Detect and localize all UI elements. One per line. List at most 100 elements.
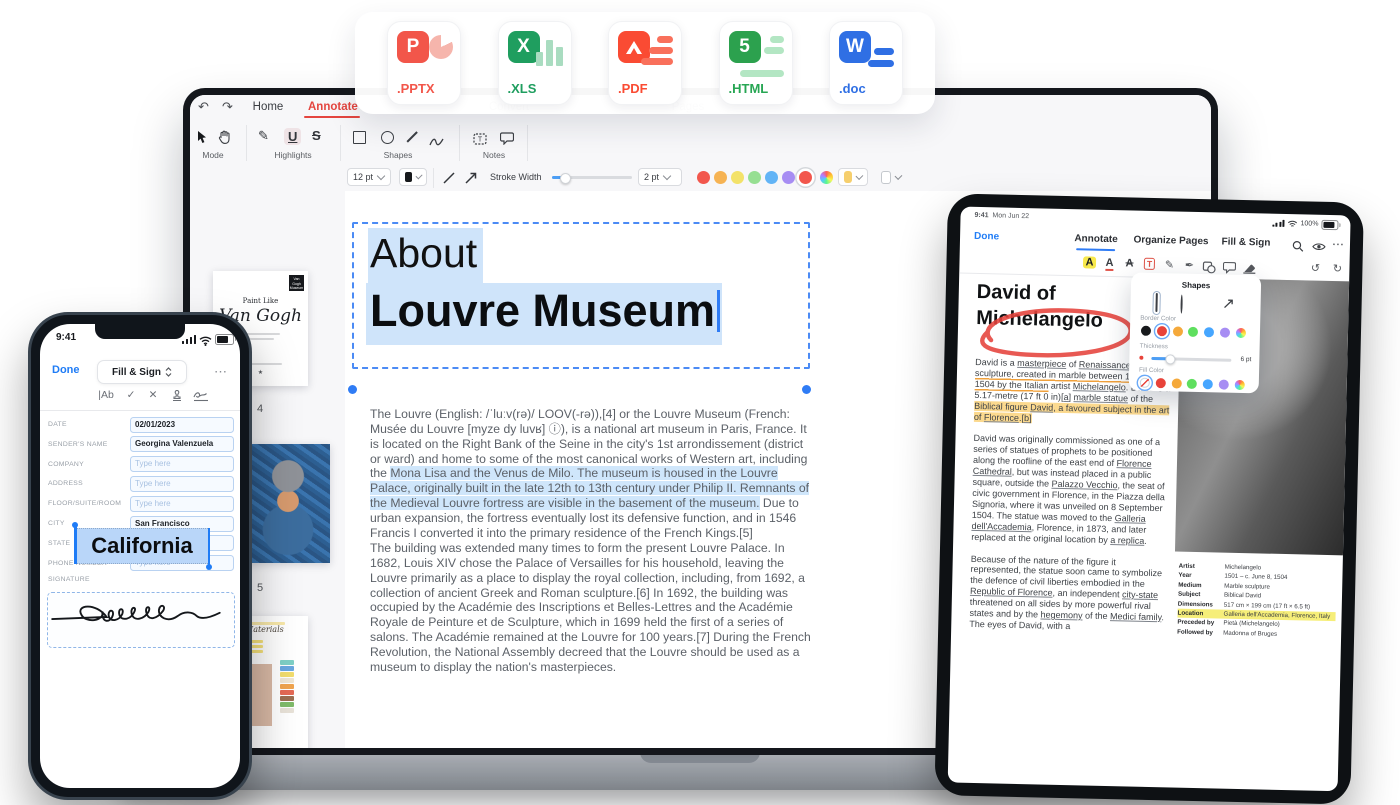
fill-color-dot[interactable] — [1171, 378, 1181, 388]
color-dot[interactable] — [765, 171, 778, 184]
pptx-card[interactable]: P .PPTX — [387, 21, 461, 105]
color-dot[interactable] — [731, 171, 744, 184]
comment-tool-icon[interactable] — [1223, 262, 1236, 274]
underline-icon[interactable]: U — [284, 128, 301, 145]
pdf-card[interactable]: .PDF — [608, 21, 682, 105]
selection-handle-right[interactable] — [802, 385, 811, 394]
bar-chart-icon — [536, 36, 563, 66]
selection-handle-knob[interactable] — [72, 522, 78, 528]
border-color-dot[interactable] — [1172, 326, 1182, 336]
word-icon: W — [839, 31, 871, 63]
pencil-tool-icon[interactable]: ✎ — [1165, 258, 1175, 271]
color-dot[interactable] — [782, 171, 795, 184]
redo-icon[interactable]: ↻ — [1333, 262, 1343, 275]
done-button[interactable]: Done — [974, 231, 999, 243]
more-menu-icon[interactable]: ⋯ — [1332, 237, 1344, 251]
shapes-tool-icon[interactable] — [1202, 261, 1216, 273]
fill-color-dropdown[interactable] — [876, 168, 906, 186]
fill-sign-mode-selector[interactable]: Fill & Sign — [97, 360, 187, 384]
eraser-tool-icon[interactable] — [1242, 262, 1256, 274]
selection-handle-bar[interactable] — [74, 526, 77, 564]
fill-color-dot[interactable] — [1219, 379, 1229, 389]
selection-handle-knob[interactable] — [206, 564, 212, 570]
ellipse-shape-icon[interactable] — [381, 131, 394, 144]
arrow-tool-icon[interactable] — [464, 170, 478, 185]
freehand-icon[interactable] — [429, 133, 444, 151]
signature-tool-icon[interactable] — [193, 390, 209, 402]
tab-fill-sign[interactable]: Fill & Sign — [1221, 237, 1270, 249]
text-insert-icon[interactable]: |Ab — [98, 389, 114, 401]
arrow-shape-icon[interactable] — [1222, 295, 1234, 313]
color-dot[interactable] — [714, 171, 727, 184]
doc-card[interactable]: W .doc — [829, 21, 903, 105]
tab-annotate[interactable]: Annotate — [308, 101, 356, 113]
selected-text-california[interactable]: California — [74, 528, 210, 564]
stroke-width-slider-handle[interactable] — [560, 173, 571, 184]
iphone-screen: 9:41 Done Fill & Sign ⋯ |Ab ✓ ✕ DATE 02/… — [40, 324, 240, 788]
xls-card[interactable]: X .XLS — [498, 21, 572, 105]
fill-color-dot[interactable] — [1203, 379, 1213, 389]
more-menu-icon[interactable]: ⋯ — [214, 364, 228, 380]
form-field[interactable]: 02/01/2023 — [130, 417, 234, 433]
fill-color-dot[interactable] — [1140, 378, 1150, 388]
eye-icon[interactable] — [1312, 238, 1326, 256]
form-field[interactable]: Type here — [130, 476, 234, 492]
thickness-slider-handle[interactable] — [1165, 354, 1175, 364]
stamp-icon[interactable] — [171, 390, 184, 402]
search-icon[interactable] — [1292, 237, 1304, 255]
toolbar-separator — [527, 125, 528, 161]
strikethrough-tool-icon[interactable]: A — [1125, 257, 1133, 269]
pen-tool-icon[interactable]: ✒ — [1185, 259, 1195, 272]
text-note-icon[interactable]: T — [473, 130, 487, 148]
underline-tool-icon[interactable]: A — [1105, 257, 1113, 269]
signature-box[interactable] — [47, 592, 235, 648]
selection-handle-left[interactable] — [348, 385, 357, 394]
cursor-icon[interactable] — [196, 128, 208, 144]
stroke-pt-dropdown[interactable]: 2 pt — [638, 168, 682, 186]
redo-icon[interactable]: ↷ — [222, 99, 233, 115]
color-dot[interactable] — [799, 171, 812, 184]
selection-handle-bar[interactable] — [208, 528, 211, 566]
border-color-dot[interactable] — [1188, 327, 1198, 337]
signature-label: SIGNATURE — [48, 576, 90, 583]
tab-annotate[interactable]: Annotate — [1074, 233, 1118, 245]
hand-icon[interactable] — [218, 128, 231, 144]
text-color-dropdown[interactable] — [399, 168, 427, 186]
undo-icon[interactable]: ↺ — [1311, 262, 1321, 275]
rectangle-shape-icon[interactable] — [1152, 291, 1161, 315]
color-dot[interactable] — [820, 171, 833, 184]
rectangle-shape-icon[interactable] — [353, 131, 366, 144]
ellipse-shape-icon[interactable] — [1180, 296, 1182, 314]
border-color-dot[interactable] — [1157, 326, 1167, 336]
line-tool-icon[interactable] — [442, 170, 456, 185]
fill-color-dot[interactable] — [1155, 378, 1165, 388]
color-dot[interactable] — [748, 171, 761, 184]
text-box-tool-icon[interactable]: T — [1144, 258, 1155, 270]
tab-organize-pages[interactable]: Organize Pages — [1133, 235, 1208, 248]
highlight-pen-icon[interactable]: ✎ — [258, 128, 269, 144]
page-5-thumbnail[interactable] — [246, 444, 330, 563]
border-color-dot[interactable] — [1141, 326, 1151, 336]
strikethrough-icon[interactable]: S — [312, 128, 321, 143]
line-shape-icon[interactable] — [406, 131, 417, 142]
check-icon[interactable]: ✓ — [127, 389, 136, 401]
done-button[interactable]: Done — [52, 364, 80, 376]
fill-color-dot[interactable] — [1187, 379, 1197, 389]
tab-home[interactable]: Home — [246, 101, 290, 113]
form-field[interactable]: Georgina Valenzuela — [130, 436, 234, 452]
highlight-tool-icon[interactable]: A — [1083, 256, 1096, 268]
undo-icon[interactable]: ↶ — [198, 99, 209, 115]
border-color-dot[interactable] — [1204, 327, 1214, 337]
border-color-dot[interactable] — [1236, 328, 1246, 338]
form-field[interactable]: Type here — [130, 456, 234, 472]
highlight-color-dropdown[interactable] — [838, 168, 868, 186]
color-dot[interactable] — [697, 171, 710, 184]
mac-toolbar: ✎ U S T Mode Highlights Shapes Notes — [190, 122, 1211, 166]
font-size-dropdown[interactable]: 12 pt — [347, 168, 391, 186]
close-icon[interactable]: ✕ — [149, 389, 158, 401]
border-color-dot[interactable] — [1220, 327, 1230, 337]
html-card[interactable]: 5 .HTML — [719, 21, 793, 105]
form-field[interactable]: Type here — [130, 496, 234, 512]
comment-icon[interactable] — [500, 130, 514, 148]
fill-color-dot[interactable] — [1234, 380, 1244, 390]
